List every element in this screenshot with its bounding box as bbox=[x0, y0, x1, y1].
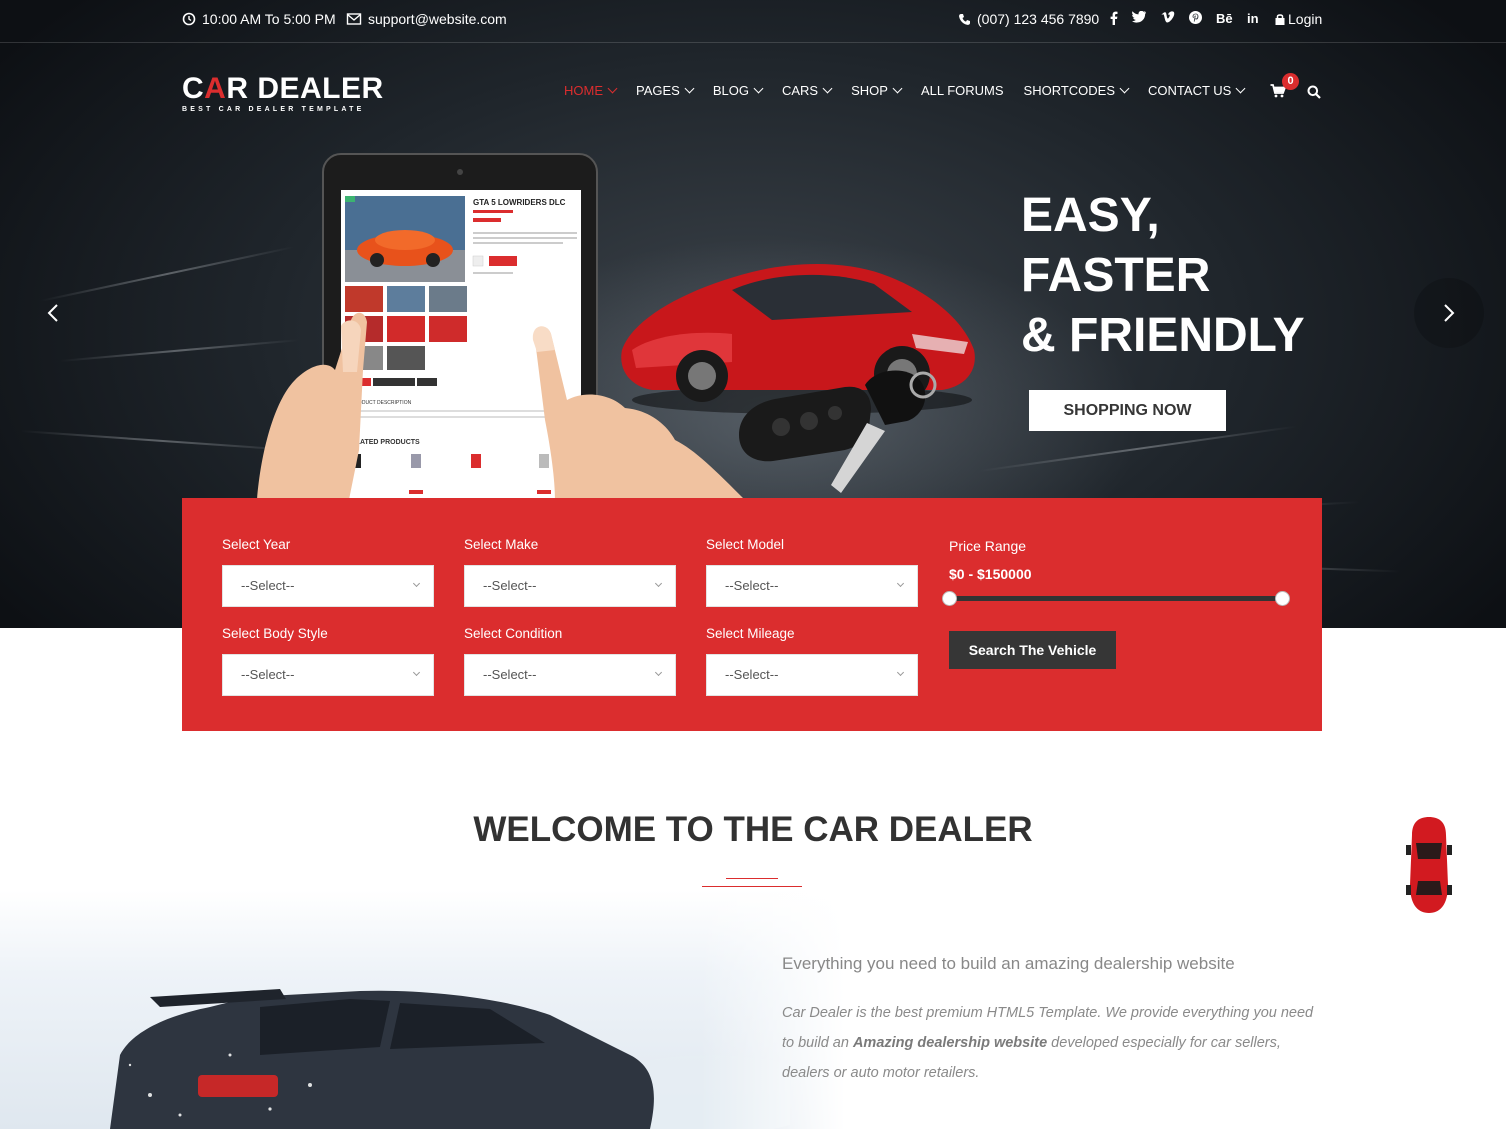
vimeo-link[interactable] bbox=[1161, 11, 1175, 23]
model-label: Select Model bbox=[706, 537, 785, 552]
shopping-now-button[interactable]: SHOPPING NOW bbox=[1029, 390, 1226, 431]
welcome-subtitle: Everything you need to build an amazing … bbox=[782, 954, 1235, 973]
vimeo-icon bbox=[1161, 11, 1175, 23]
chevron-right-icon bbox=[1444, 304, 1455, 322]
slider-next-button[interactable] bbox=[1414, 278, 1484, 348]
slider-prev-button[interactable] bbox=[18, 278, 88, 348]
nav-item-cars[interactable]: CARS bbox=[782, 83, 833, 98]
facebook-icon bbox=[1110, 11, 1118, 25]
price-slider-track[interactable] bbox=[949, 596, 1282, 601]
chevron-down-icon bbox=[896, 668, 905, 677]
nav-item-shortcodes[interactable]: SHORTCODES bbox=[1024, 83, 1130, 98]
lock-icon bbox=[1275, 14, 1285, 25]
chevron-down-icon bbox=[654, 579, 663, 588]
search-vehicle-button[interactable]: Search The Vehicle bbox=[949, 631, 1116, 669]
opening-hours: 10:00 AM To 5:00 PM bbox=[182, 11, 336, 27]
twitter-icon bbox=[1132, 11, 1146, 23]
welcome-title: WELCOME TO THE CAR DEALER bbox=[473, 810, 1033, 849]
nav-item-all-forums[interactable]: ALL FORUMS bbox=[921, 83, 1004, 98]
logo-tagline: BEST CAR DEALER TEMPLATE bbox=[182, 106, 365, 113]
headline-line: FASTER bbox=[1021, 249, 1211, 302]
chevron-down-icon bbox=[822, 83, 833, 94]
envelope-icon bbox=[346, 13, 362, 25]
nav-item-home[interactable]: HOME bbox=[564, 83, 618, 98]
linkedin-icon: in bbox=[1247, 11, 1259, 26]
email-text: support@website.com bbox=[368, 11, 507, 27]
clock-icon bbox=[182, 12, 196, 26]
phone-link[interactable]: (007) 123 456 7890 bbox=[958, 11, 1099, 27]
body-style-label: Select Body Style bbox=[222, 626, 328, 641]
pinterest-icon bbox=[1189, 11, 1202, 24]
back-to-top-car-icon[interactable] bbox=[1404, 815, 1454, 915]
linkedin-link[interactable]: in bbox=[1247, 11, 1259, 26]
pinterest-link[interactable] bbox=[1189, 11, 1202, 24]
chevron-down-icon bbox=[684, 83, 695, 94]
price-slider-min-handle[interactable] bbox=[942, 591, 957, 606]
behance-link[interactable]: Bē bbox=[1216, 11, 1233, 26]
year-label: Select Year bbox=[222, 537, 291, 552]
price-slider-max-handle[interactable] bbox=[1275, 591, 1290, 606]
logo-wordmark: CAR DEALER bbox=[182, 72, 384, 105]
top-bar: 10:00 AM To 5:00 PM support@website.com … bbox=[0, 0, 1506, 43]
headline-line: EASY, bbox=[1021, 189, 1160, 242]
make-select[interactable]: --Select-- bbox=[464, 565, 676, 607]
body-style-select[interactable]: --Select-- bbox=[222, 654, 434, 696]
nav-item-shop[interactable]: SHOP bbox=[851, 83, 903, 98]
chevron-down-icon bbox=[412, 668, 421, 677]
vehicle-search-panel: Select Year --Select-- Select Make --Sel… bbox=[182, 498, 1322, 731]
condition-select[interactable]: --Select-- bbox=[464, 654, 676, 696]
car-key-image bbox=[739, 370, 937, 493]
chevron-down-icon bbox=[412, 579, 421, 588]
nav-item-contact-us[interactable]: CONTACT US bbox=[1148, 83, 1246, 98]
model-select[interactable]: --Select-- bbox=[706, 565, 918, 607]
phone-text: (007) 123 456 7890 bbox=[977, 11, 1100, 27]
twitter-link[interactable] bbox=[1132, 11, 1146, 23]
chevron-down-icon bbox=[607, 83, 618, 94]
behance-icon: Bē bbox=[1216, 11, 1233, 26]
title-divider bbox=[726, 878, 778, 879]
main-nav: HOME PAGES BLOG CARS SHOP ALL FORUMS SHO… bbox=[564, 83, 1264, 98]
suv-image bbox=[110, 989, 790, 1129]
chevron-down-icon bbox=[1235, 83, 1246, 94]
nav-item-pages[interactable]: PAGES bbox=[636, 83, 695, 98]
hero-headline: EASY, FASTER & FRIENDLY bbox=[1021, 186, 1305, 366]
svg-text:GTA 5 LOWRIDERS DLC: GTA 5 LOWRIDERS DLC bbox=[473, 198, 566, 207]
site-logo[interactable]: CAR DEALER BEST CAR DEALER TEMPLATE bbox=[182, 72, 384, 114]
welcome-paragraph: Car Dealer is the best premium HTML5 Tem… bbox=[782, 1005, 1314, 1081]
hours-text: 10:00 AM To 5:00 PM bbox=[202, 11, 336, 27]
chevron-down-icon bbox=[753, 83, 764, 94]
svg-text:ELATED PRODUCTS: ELATED PRODUCTS bbox=[351, 439, 420, 446]
chevron-down-icon bbox=[654, 668, 663, 677]
login-link[interactable]: Login bbox=[1275, 11, 1322, 27]
cart-count-badge: 0 bbox=[1282, 73, 1299, 90]
facebook-link[interactable] bbox=[1110, 11, 1118, 25]
nav-item-blog[interactable]: BLOG bbox=[713, 83, 764, 98]
price-range-label: Price Range bbox=[949, 538, 1027, 554]
search-icon[interactable] bbox=[1307, 85, 1321, 99]
title-divider bbox=[702, 886, 802, 887]
chevron-left-icon bbox=[47, 304, 58, 322]
phone-icon bbox=[959, 13, 970, 25]
condition-label: Select Condition bbox=[464, 626, 563, 641]
login-label: Login bbox=[1288, 11, 1323, 27]
chevron-down-icon bbox=[892, 83, 903, 94]
background-streak bbox=[979, 425, 1298, 472]
mileage-select[interactable]: --Select-- bbox=[706, 654, 918, 696]
price-range-value: $0 - $150000 bbox=[949, 566, 1032, 582]
make-label: Select Make bbox=[464, 537, 539, 552]
headline-line: & FRIENDLY bbox=[1021, 309, 1305, 362]
mileage-label: Select Mileage bbox=[706, 626, 795, 641]
email-link[interactable]: support@website.com bbox=[346, 11, 507, 27]
chevron-down-icon bbox=[896, 579, 905, 588]
year-select[interactable]: --Select-- bbox=[222, 565, 434, 607]
chevron-down-icon bbox=[1119, 83, 1130, 94]
